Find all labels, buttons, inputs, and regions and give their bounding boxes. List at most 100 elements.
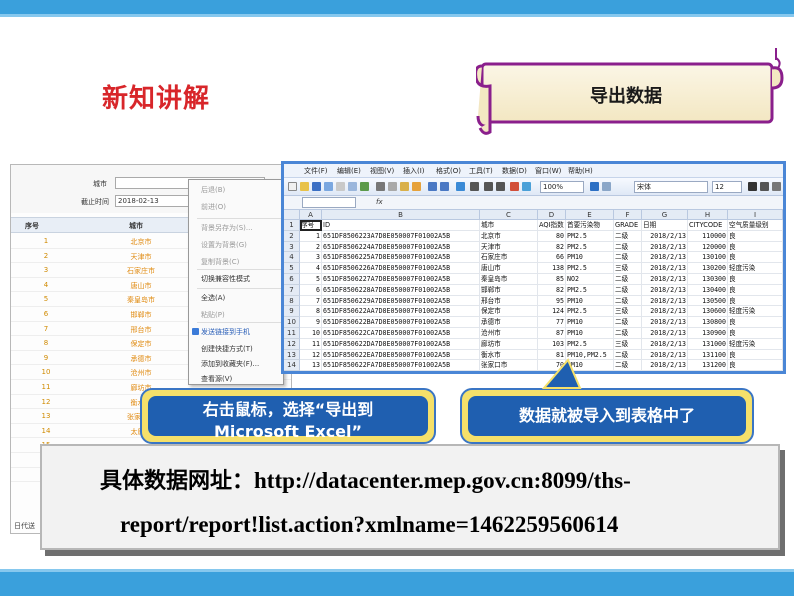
- spreadsheet-cell[interactable]: 承德市: [480, 317, 538, 328]
- spreadsheet-cell[interactable]: CITYCODE: [688, 220, 728, 231]
- spreadsheet-cell[interactable]: 2018/2/13: [642, 317, 688, 328]
- spreadsheet-cell[interactable]: 13: [300, 360, 322, 371]
- row-header[interactable]: 10: [284, 317, 300, 328]
- spreadsheet-cell[interactable]: 天津市: [480, 241, 538, 253]
- spreadsheet-cell[interactable]: 张家口市: [480, 360, 538, 371]
- save-icon[interactable]: [312, 182, 321, 191]
- context-menu-item[interactable]: 前进(O): [201, 202, 226, 212]
- spreadsheet-cell[interactable]: 2018/2/13: [642, 252, 688, 264]
- row-header[interactable]: 2: [284, 230, 300, 242]
- excel-menu-item[interactable]: 视图(V): [370, 166, 394, 176]
- spreadsheet-cell[interactable]: 日期: [642, 220, 688, 231]
- spreadsheet-cell[interactable]: 良: [728, 295, 783, 307]
- spreadsheet-cell[interactable]: 14: [300, 371, 322, 374]
- spreadsheet-cell[interactable]: 651DF8506227A7D8E050007F01002A5B: [322, 274, 480, 285]
- row-header[interactable]: 4: [284, 252, 300, 264]
- spreadsheet-cell[interactable]: 651DF850622EA7D8E050007F01002A5B: [322, 349, 480, 361]
- spreadsheet-cell[interactable]: 651DF8506229A7D8E050007F01002A5B: [322, 295, 480, 307]
- row-city[interactable]: 沧州市: [111, 368, 171, 378]
- spreadsheet-cell[interactable]: 2018/2/13: [642, 338, 688, 350]
- name-box[interactable]: [302, 197, 356, 208]
- context-menu-item[interactable]: 设置为背景(G): [201, 240, 247, 250]
- spreadsheet-cell[interactable]: 良: [728, 371, 783, 374]
- spreadsheet-cell[interactable]: 12: [300, 349, 322, 361]
- spreadsheet-cell[interactable]: 序号: [300, 220, 322, 231]
- spreadsheet-cell[interactable]: 良: [728, 241, 783, 253]
- row-city[interactable]: 承德市: [111, 354, 171, 364]
- spreadsheet-cell[interactable]: 87: [538, 328, 566, 339]
- print-icon[interactable]: [336, 182, 345, 191]
- spreadsheet-cell[interactable]: 2018/2/13: [642, 306, 688, 318]
- spreadsheet-cell[interactable]: 二级: [614, 284, 642, 296]
- column-header[interactable]: A: [300, 210, 322, 220]
- row-header[interactable]: 1: [284, 220, 300, 231]
- chart-icon[interactable]: [510, 182, 519, 191]
- spreadsheet-cell[interactable]: 2018/2/13: [642, 360, 688, 371]
- spreadsheet-cell[interactable]: 66: [538, 252, 566, 264]
- row-city[interactable]: 秦皇岛市: [111, 295, 171, 305]
- context-menu-item[interactable]: 全选(A): [201, 293, 225, 303]
- spreadsheet-cell[interactable]: PM2.5: [566, 230, 614, 242]
- spreadsheet-cell[interactable]: 2018/2/13: [642, 284, 688, 296]
- spreadsheet-cell[interactable]: 85: [538, 274, 566, 285]
- spreadsheet-cell[interactable]: 2018/2/13: [642, 371, 688, 374]
- spreadsheet-cell[interactable]: 11: [300, 338, 322, 350]
- spreadsheet-cell[interactable]: 良: [728, 360, 783, 371]
- spreadsheet-cell[interactable]: 103: [538, 338, 566, 350]
- spreadsheet-cell[interactable]: 6: [300, 284, 322, 296]
- column-header[interactable]: I: [728, 210, 783, 220]
- row-header[interactable]: 15: [284, 371, 300, 374]
- url-part-1[interactable]: http://datacenter.mep.gov.cn:8099/ths-: [254, 468, 631, 493]
- underline-icon[interactable]: [772, 182, 781, 191]
- spreadsheet-cell[interactable]: 三级: [614, 338, 642, 350]
- spreadsheet-cell[interactable]: 651DF8506225A7D8E050007F01002A5B: [322, 252, 480, 264]
- spreadsheet-cell[interactable]: 2018/2/13: [642, 328, 688, 339]
- row-city[interactable]: 北京市: [111, 237, 171, 247]
- spreadsheet-cell[interactable]: 二级: [614, 274, 642, 285]
- row-city[interactable]: 天津市: [111, 252, 171, 262]
- spreadsheet-cell[interactable]: 120000: [688, 241, 728, 253]
- spreadsheet-cell[interactable]: 良: [728, 230, 783, 242]
- spreadsheet-cell[interactable]: 良: [728, 328, 783, 339]
- spreadsheet-cell[interactable]: 二级: [614, 328, 642, 339]
- bold-icon[interactable]: [748, 182, 757, 191]
- help-icon[interactable]: [590, 182, 599, 191]
- row-header[interactable]: 6: [284, 274, 300, 285]
- font-size-select[interactable]: 12: [712, 181, 742, 193]
- spreadsheet-cell[interactable]: 5: [300, 274, 322, 285]
- spreadsheet-cell[interactable]: 三级: [614, 306, 642, 318]
- font-select[interactable]: 宋体: [634, 181, 708, 193]
- column-header[interactable]: F: [614, 210, 642, 220]
- spreadsheet-cell[interactable]: 651DF8506228A7D8E050007F01002A5B: [322, 284, 480, 296]
- spreadsheet-cell[interactable]: 130400: [688, 284, 728, 296]
- spreadsheet-cell[interactable]: 城市: [480, 220, 538, 231]
- spreadsheet-cell[interactable]: 邢台市: [480, 295, 538, 307]
- spreadsheet-cell[interactable]: 2018/2/13: [642, 295, 688, 307]
- spreadsheet-cell[interactable]: 10: [300, 328, 322, 339]
- context-menu-item[interactable]: 复制背景(C): [201, 257, 239, 267]
- context-menu-item[interactable]: 背景另存为(S)...: [201, 223, 253, 233]
- row-city[interactable]: 邢台市: [111, 325, 171, 335]
- spreadsheet-cell[interactable]: 廊坊市: [480, 338, 538, 350]
- spreadsheet-cell[interactable]: 651DF8506223A7D8E050007F01002A5B: [322, 230, 480, 242]
- spreadsheet-cell[interactable]: 651DF8506224A7D8E050007F01002A5B: [322, 241, 480, 253]
- spreadsheet-cell[interactable]: 二级: [614, 295, 642, 307]
- spreadsheet-cell[interactable]: 110000: [688, 230, 728, 242]
- context-menu-item[interactable]: 查看源(V): [201, 374, 232, 384]
- spreadsheet-cell[interactable]: 二级: [614, 230, 642, 242]
- toolbar-options-icon[interactable]: [602, 182, 611, 191]
- spreadsheet-cell[interactable]: 130500: [688, 295, 728, 307]
- context-menu-item[interactable]: 发送链接到手机: [201, 327, 250, 337]
- context-menu-item[interactable]: 后退(B): [201, 185, 225, 195]
- spreadsheet-cell[interactable]: PM2.5: [566, 306, 614, 318]
- spreadsheet-cell[interactable]: 石家庄市: [480, 252, 538, 264]
- spreadsheet-cell[interactable]: 2018/2/13: [642, 263, 688, 274]
- spreadsheet-cell[interactable]: 邯郸市: [480, 284, 538, 296]
- preview-icon[interactable]: [348, 182, 357, 191]
- spreadsheet-cell[interactable]: 131000: [688, 338, 728, 350]
- spreadsheet-cell[interactable]: 三级: [614, 263, 642, 274]
- spreadsheet-cell[interactable]: 651DF850622CA7D8E050007F01002A5B: [322, 328, 480, 339]
- row-city[interactable]: 唐山市: [111, 281, 171, 291]
- spreadsheet-cell[interactable]: 140100: [688, 371, 728, 374]
- excel-menu-item[interactable]: 窗口(W): [535, 166, 561, 176]
